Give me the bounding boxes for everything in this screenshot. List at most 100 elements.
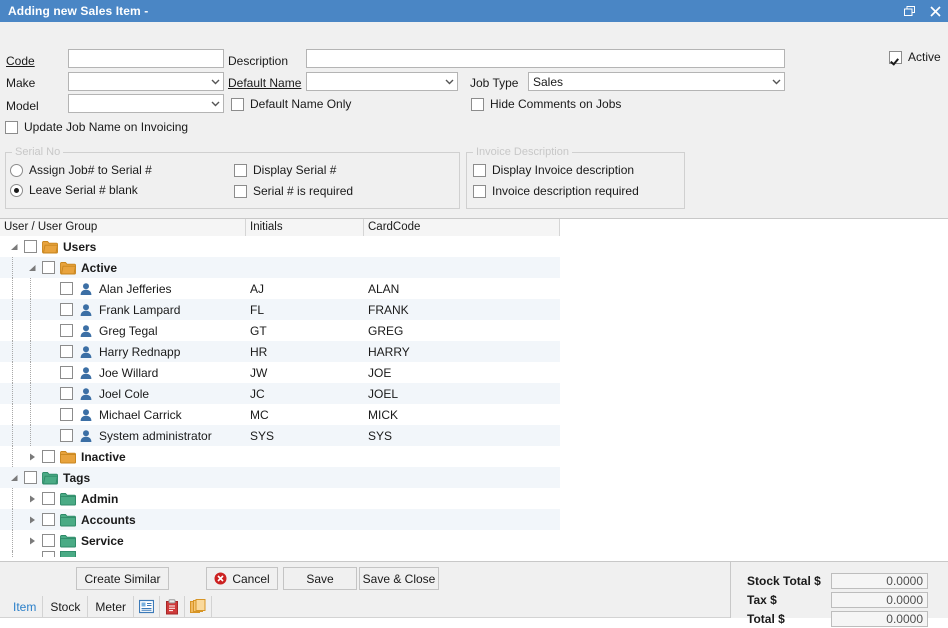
tree-guide-line xyxy=(12,488,14,509)
row-filler-cell xyxy=(560,278,948,299)
table-row[interactable]: Alan JefferiesAJALAN xyxy=(0,278,948,299)
tree-guide-line xyxy=(12,446,14,467)
job-type-combobox[interactable]: Sales xyxy=(528,72,785,91)
table-row[interactable]: Joe WillardJWJOE xyxy=(0,362,948,383)
model-combobox[interactable] xyxy=(68,94,224,113)
close-icon[interactable] xyxy=(922,0,948,22)
table-row[interactable]: Inactive xyxy=(0,446,948,467)
collapse-toggle-icon[interactable] xyxy=(8,236,20,257)
grid-column-header-user-group[interactable]: User / User Group xyxy=(0,219,246,236)
row-checkbox[interactable] xyxy=(42,551,55,557)
tree-cell: Harry Rednapp xyxy=(0,341,246,362)
description-input[interactable] xyxy=(306,49,785,68)
display-invoice-description-checkbox[interactable]: Display Invoice description xyxy=(473,163,634,177)
active-checkbox[interactable]: Active xyxy=(889,50,941,64)
default-name-combobox[interactable] xyxy=(306,72,458,91)
table-row[interactable]: Greg TegalGTGREG xyxy=(0,320,948,341)
row-checkbox[interactable] xyxy=(60,303,73,316)
row-filler-cell xyxy=(560,404,948,425)
tree-cell: Joe Willard xyxy=(0,362,246,383)
initials-cell: FL xyxy=(246,299,364,320)
tree-cell: Service xyxy=(0,530,246,551)
invoice-description-required-checkbox[interactable]: Invoice description required xyxy=(473,184,639,198)
row-checkbox[interactable] xyxy=(60,429,73,442)
initials-cell xyxy=(246,551,364,557)
expand-toggle-icon[interactable] xyxy=(26,488,38,509)
row-checkbox[interactable] xyxy=(24,471,37,484)
serial-required-checkbox-box xyxy=(234,185,247,198)
create-similar-button[interactable]: Create Similar xyxy=(76,567,169,590)
row-checkbox[interactable] xyxy=(42,492,55,505)
collapse-toggle-icon[interactable] xyxy=(26,257,38,278)
row-checkbox[interactable] xyxy=(60,387,73,400)
tree-guide-line xyxy=(12,551,14,557)
restore-icon[interactable] xyxy=(896,0,922,22)
cancel-button[interactable]: Cancel xyxy=(206,567,278,590)
table-row[interactable]: System administratorSYSSYS xyxy=(0,425,948,446)
tab-documents[interactable] xyxy=(184,596,212,617)
row-checkbox[interactable] xyxy=(60,324,73,337)
table-row-clipped[interactable] xyxy=(0,551,948,557)
tree-guide-line xyxy=(30,320,32,341)
row-checkbox[interactable] xyxy=(60,345,73,358)
row-checkbox[interactable] xyxy=(24,240,37,253)
radio-leave-serial-blank[interactable]: Leave Serial # blank xyxy=(10,183,138,197)
row-checkbox[interactable] xyxy=(42,513,55,526)
expand-toggle-icon[interactable] xyxy=(26,530,38,551)
hide-comments-on-jobs-checkbox[interactable]: Hide Comments on Jobs xyxy=(471,97,621,111)
tree-cell: Inactive xyxy=(0,446,246,467)
tab-clipboard[interactable] xyxy=(159,596,185,617)
tree-cell xyxy=(0,551,246,557)
code-input[interactable] xyxy=(68,49,224,68)
invoice-description-groupbox-title: Invoice Description xyxy=(473,146,572,158)
row-filler-cell xyxy=(560,299,948,320)
tree-indent xyxy=(0,509,26,530)
row-checkbox[interactable] xyxy=(60,366,73,379)
tree-indent xyxy=(0,551,26,557)
expand-toggle-icon[interactable] xyxy=(26,509,38,530)
save-button[interactable]: Save xyxy=(283,567,357,590)
collapse-toggle-icon[interactable] xyxy=(8,467,20,488)
radio-assign-job-to-serial[interactable]: Assign Job# to Serial # xyxy=(10,163,152,177)
table-row[interactable]: Frank LampardFLFRANK xyxy=(0,299,948,320)
serial-required-checkbox[interactable]: Serial # is required xyxy=(234,184,353,198)
tab-item[interactable]: Item xyxy=(6,596,43,617)
grid-column-header-initials[interactable]: Initials xyxy=(246,219,364,236)
display-serial-checkbox[interactable]: Display Serial # xyxy=(234,163,336,177)
tree-expander-spacer xyxy=(44,362,56,383)
tree-expander-spacer xyxy=(44,278,56,299)
expand-toggle-icon[interactable] xyxy=(26,446,38,467)
table-row[interactable]: Users xyxy=(0,236,948,257)
cardcode-cell: MICK xyxy=(364,404,560,425)
tree-indent xyxy=(0,488,26,509)
default-name-only-checkbox[interactable]: Default Name Only xyxy=(231,97,351,111)
serial-required-label: Serial # is required xyxy=(253,184,353,198)
tab-stock[interactable]: Stock xyxy=(42,596,88,617)
tab-meter[interactable]: Meter xyxy=(87,596,134,617)
update-job-name-on-invoicing-checkbox[interactable]: Update Job Name on Invoicing xyxy=(5,120,188,134)
table-row[interactable]: Michael CarrickMCMICK xyxy=(0,404,948,425)
expand-toggle-icon[interactable] xyxy=(26,551,38,557)
tab-notes[interactable] xyxy=(133,596,160,617)
table-row[interactable]: Active xyxy=(0,257,948,278)
table-row[interactable]: Harry RednappHRHARRY xyxy=(0,341,948,362)
table-row[interactable]: Tags xyxy=(0,467,948,488)
row-checkbox[interactable] xyxy=(60,282,73,295)
radio-assign-job-to-serial-dot xyxy=(10,164,23,177)
tree-indent xyxy=(0,404,44,425)
tree-guide-line xyxy=(12,341,14,362)
row-checkbox[interactable] xyxy=(42,534,55,547)
row-checkbox[interactable] xyxy=(42,261,55,274)
save-and-close-button[interactable]: Save & Close xyxy=(359,567,439,590)
grid-column-header-cardcode[interactable]: CardCode xyxy=(364,219,560,236)
make-combobox[interactable] xyxy=(68,72,224,91)
table-row[interactable]: Accounts xyxy=(0,509,948,530)
table-row[interactable]: Admin xyxy=(0,488,948,509)
row-checkbox[interactable] xyxy=(60,408,73,421)
table-row[interactable]: Service xyxy=(0,530,948,551)
row-checkbox[interactable] xyxy=(42,450,55,463)
folder-green-icon xyxy=(60,491,76,507)
table-row[interactable]: Joel ColeJCJOEL xyxy=(0,383,948,404)
user-icon xyxy=(78,428,94,444)
row-filler-cell xyxy=(560,488,948,509)
